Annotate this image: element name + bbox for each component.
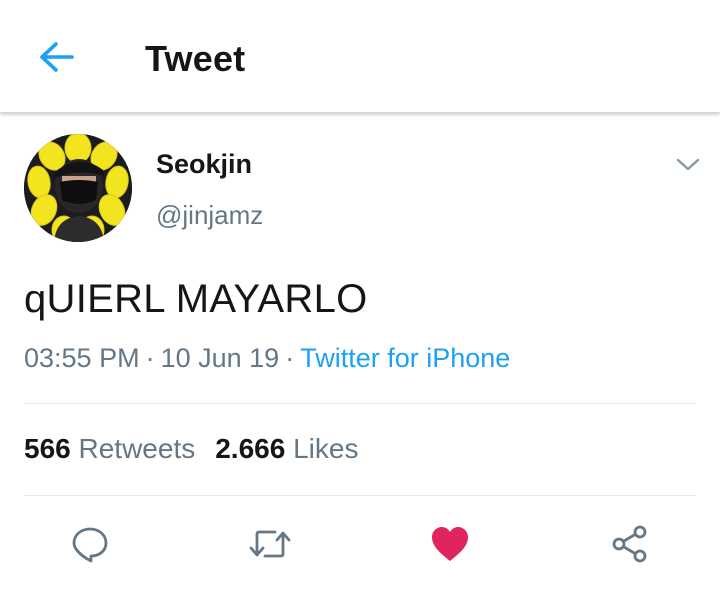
reply-bubble-icon (72, 527, 108, 563)
back-button[interactable] (30, 36, 82, 78)
retweet-button[interactable] (246, 520, 294, 568)
tweet-options-button[interactable] (672, 150, 704, 180)
retweets-count: 566 (24, 433, 71, 464)
arrow-left-icon (40, 42, 74, 72)
separator-dot: · (145, 343, 155, 373)
retweet-icon (249, 530, 291, 558)
sunflower-costume-avatar-image (24, 134, 132, 242)
tweet-time: 03:55 PM (24, 343, 140, 373)
tweet-stats: 566 Retweets 2.666 Likes (24, 433, 358, 465)
like-button[interactable] (426, 520, 474, 568)
top-app-bar: Tweet (0, 0, 720, 113)
likes-stat[interactable]: 2.666 Likes (215, 433, 358, 464)
tweet-detail-screen: Tweet Seokjin @jinjamz qUIERL MAYARLO 03… (0, 0, 720, 595)
tweet-text: qUIERL MAYARLO (24, 277, 368, 321)
share-button[interactable] (606, 520, 654, 568)
page-title: Tweet (145, 38, 246, 79)
avatar[interactable] (24, 134, 132, 242)
retweets-stat[interactable]: 566 Retweets (24, 433, 195, 464)
likes-label: Likes (293, 433, 359, 464)
likes-count: 2.666 (215, 433, 286, 464)
share-icon (612, 525, 647, 563)
author-name[interactable]: Seokjin (156, 149, 252, 180)
retweets-label: Retweets (78, 433, 196, 464)
separator-dot: · (285, 343, 295, 373)
divider (24, 495, 696, 496)
reply-button[interactable] (66, 520, 114, 568)
divider (24, 403, 696, 404)
tweet-date: 10 Jun 19 (160, 343, 280, 373)
chevron-down-icon (676, 158, 700, 171)
tweet-timestamp-line: 03:55 PM · 10 Jun 19 · Twitter for iPhone (24, 343, 510, 374)
tweet-source-link[interactable]: Twitter for iPhone (300, 343, 510, 373)
author-handle[interactable]: @jinjamz (156, 200, 263, 231)
heart-icon (432, 527, 468, 561)
